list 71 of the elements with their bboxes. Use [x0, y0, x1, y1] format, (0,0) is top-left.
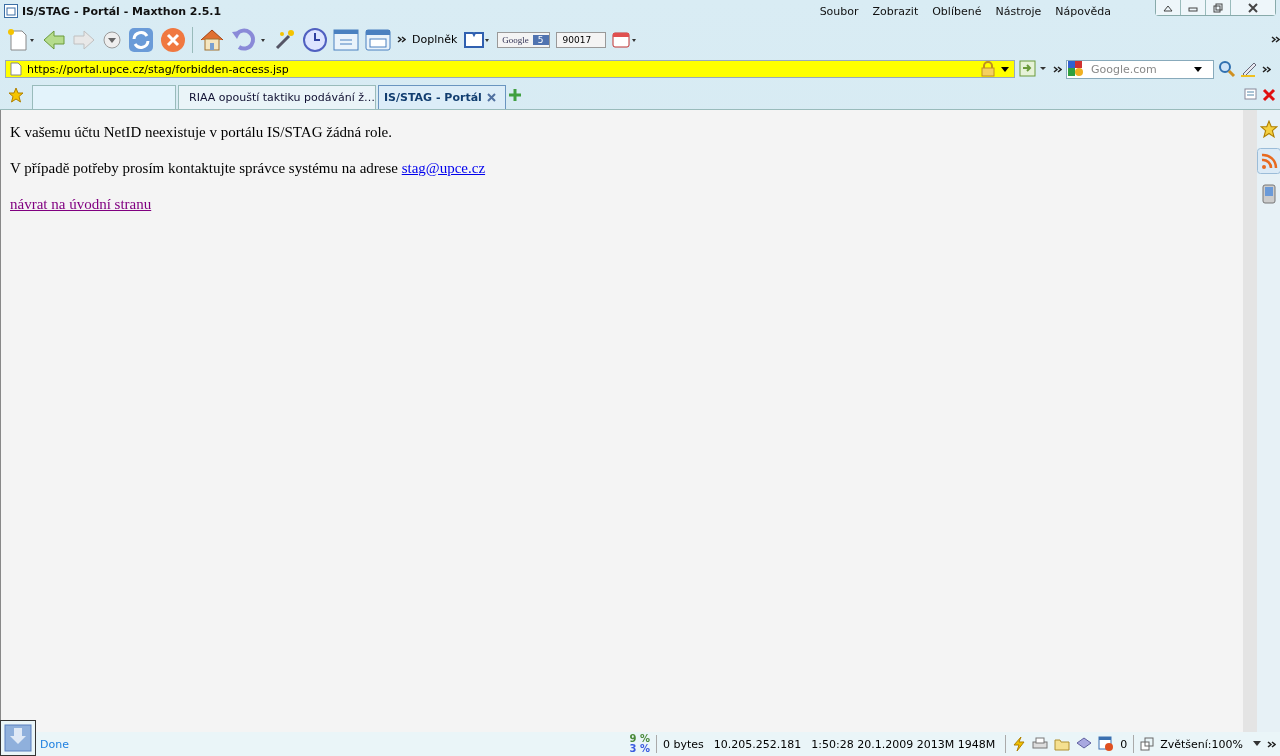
- more-chevron-icon[interactable]: [1271, 36, 1280, 43]
- close-icon: [1248, 2, 1258, 13]
- close-button[interactable]: [1231, 0, 1275, 15]
- more-chevron-icon[interactable]: [1053, 65, 1062, 73]
- window-title: IS/STAG - Portál - Maxthon 2.5.1: [22, 4, 222, 18]
- new-page-icon[interactable]: [6, 27, 36, 52]
- printer-icon[interactable]: [1032, 737, 1049, 751]
- bytes-count: 0 bytes: [663, 737, 704, 751]
- ip-address: 10.205.252.181: [713, 737, 802, 751]
- menu-item[interactable]: Oblíbené: [932, 4, 982, 18]
- dropdown-icon[interactable]: [1193, 65, 1203, 73]
- dropdown-icon[interactable]: [1253, 741, 1261, 747]
- rank-counter[interactable]: 90017: [555, 31, 607, 48]
- lightning-icon[interactable]: [1012, 736, 1027, 752]
- undo-icon[interactable]: [231, 27, 267, 52]
- zoom-level[interactable]: Zvětšení:100%: [1160, 737, 1243, 751]
- rss-icon[interactable]: [1256, 148, 1280, 174]
- star-icon[interactable]: [1259, 120, 1278, 138]
- window-icon[interactable]: [365, 27, 391, 52]
- dropdown-icon[interactable]: [1000, 65, 1010, 73]
- star-icon[interactable]: [8, 87, 24, 103]
- minimize-button[interactable]: [1181, 0, 1206, 15]
- back-arrow-icon[interactable]: [42, 27, 66, 52]
- refresh-icon[interactable]: [128, 26, 154, 53]
- app-icon: [4, 4, 18, 18]
- address-bar[interactable]: https://portal.upce.cz/stag/forbidden-access.jsp: [5, 60, 1015, 78]
- browser-tab[interactable]: IS/STAG - Portál: [378, 85, 506, 109]
- folder-icon[interactable]: [1054, 737, 1071, 751]
- search-icon[interactable]: [1218, 60, 1236, 78]
- zoom-icon[interactable]: [1140, 737, 1155, 751]
- more-chevron-icon[interactable]: [1262, 65, 1271, 73]
- contact-text: V případě potřeby prosím kontaktujte správce systému na adrese stag@upce.cz: [10, 160, 487, 177]
- collapse-button[interactable]: [1156, 0, 1181, 15]
- triangle-icon: [1163, 3, 1173, 12]
- page-icon: [10, 62, 22, 76]
- menu-item[interactable]: Nástroje: [995, 4, 1042, 18]
- addons-label[interactable]: Doplněk: [412, 33, 458, 46]
- google-pagerank-badge[interactable]: Google 5: [497, 31, 550, 48]
- new-tab-plus-icon[interactable]: [508, 88, 522, 102]
- message-text: K vašemu účtu NetID neexistuje v portálu IS/STAG žádná role.: [10, 124, 394, 141]
- time-memory: 1:50:28 20.1.2009 2013M 1948M: [811, 737, 996, 751]
- cpu-usage: 9 %: [629, 734, 651, 744]
- email-link[interactable]: stag@upce.cz: [401, 160, 486, 176]
- more-chevron-icon[interactable]: [1267, 740, 1276, 748]
- switch-window-icon[interactable]: [333, 27, 359, 52]
- menu-item[interactable]: Soubor: [819, 4, 859, 18]
- more-chevron-icon[interactable]: [397, 36, 406, 43]
- menu-item[interactable]: Zobrazit: [872, 4, 919, 18]
- pencil-icon[interactable]: [1240, 60, 1258, 78]
- search-field[interactable]: Google.com: [1066, 59, 1214, 79]
- network-usage: 3 %: [629, 744, 651, 754]
- layers-icon[interactable]: [1076, 737, 1093, 751]
- restore-button[interactable]: [1206, 0, 1231, 15]
- back-link[interactable]: návrat na úvodní stranu: [10, 196, 152, 212]
- restore-icon: [1213, 2, 1223, 13]
- status-text: Done: [40, 737, 69, 751]
- stop-icon[interactable]: [160, 26, 186, 53]
- download-button[interactable]: [0, 720, 36, 756]
- close-icon[interactable]: [1262, 88, 1276, 102]
- magic-wand-icon[interactable]: [273, 27, 297, 52]
- tab-list-icon[interactable]: [1244, 87, 1260, 103]
- close-tab-icon[interactable]: [486, 93, 496, 102]
- lock-icon: [981, 61, 995, 77]
- clock-icon[interactable]: [303, 27, 327, 52]
- browser-tab[interactable]: RIAA opouští taktiku podávání ž…: [178, 85, 376, 109]
- dropdown-circle-icon[interactable]: [102, 29, 122, 50]
- menu-item[interactable]: Nápověda: [1055, 4, 1111, 18]
- mobile-device-icon[interactable]: [1261, 184, 1276, 204]
- home-icon[interactable]: [199, 27, 225, 52]
- blocked-count: 0: [1120, 737, 1128, 751]
- popup-blocker-icon[interactable]: [1098, 736, 1115, 752]
